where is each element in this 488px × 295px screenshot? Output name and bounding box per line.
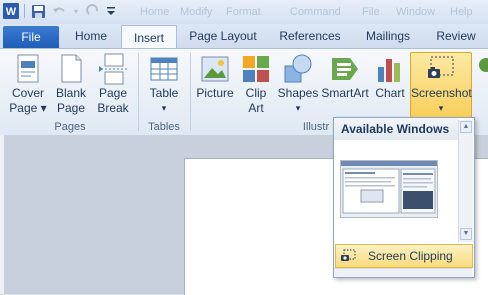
table-button[interactable]: Table ▾ bbox=[144, 53, 184, 119]
cover-page-icon bbox=[12, 53, 44, 85]
group-divider bbox=[190, 53, 191, 131]
customize-qat-icon[interactable] bbox=[106, 3, 116, 19]
chart-icon bbox=[374, 53, 406, 85]
chart-button[interactable]: Chart bbox=[372, 53, 408, 119]
faded-menu-item: Home bbox=[140, 6, 170, 18]
available-windows-header: Available Windows bbox=[334, 118, 458, 140]
group-divider bbox=[138, 53, 139, 131]
faded-menu-item: Modify bbox=[180, 6, 213, 18]
group-label-tables: Tables bbox=[148, 121, 180, 133]
globe-icon bbox=[474, 53, 488, 85]
screen-clipping-label: Screen Clipping bbox=[368, 249, 453, 263]
clip-art-label-1: Clip bbox=[245, 86, 267, 100]
tab-insert[interactable]: Insert bbox=[121, 25, 177, 50]
smartart-button[interactable]: SmartArt bbox=[321, 53, 369, 119]
screenshot-dropdown: Available Windows ▲ ▼ Screen Clipping bbox=[333, 117, 475, 278]
save-icon[interactable] bbox=[30, 3, 46, 19]
chevron-down-icon: ▾ bbox=[438, 103, 444, 113]
smartart-icon bbox=[329, 53, 361, 85]
group-label-illustrations: Illustr bbox=[302, 121, 330, 133]
screen-clipping-button[interactable]: Screen Clipping bbox=[335, 244, 473, 268]
table-label: Table bbox=[149, 86, 179, 100]
clip-art-button[interactable]: Clip Art bbox=[240, 53, 272, 119]
scroll-up-icon[interactable]: ▲ bbox=[460, 121, 472, 133]
blank-page-label-2: Page bbox=[56, 101, 86, 115]
dropdown-scrollbar[interactable]: ▲ ▼ bbox=[458, 120, 473, 242]
shapes-label: Shapes bbox=[277, 86, 319, 100]
partial-next-button[interactable] bbox=[474, 53, 488, 119]
tab-file[interactable]: File bbox=[3, 26, 59, 48]
page-break-label-1: Page bbox=[98, 86, 128, 100]
ribbon-tabs: File Home Insert Page Layout References … bbox=[0, 24, 488, 50]
tab-page-layout[interactable]: Page Layout bbox=[183, 24, 263, 48]
table-icon bbox=[148, 53, 180, 85]
chart-label: Chart bbox=[375, 86, 405, 100]
screen-clipping-icon bbox=[340, 249, 356, 263]
tab-mailings[interactable]: Mailings bbox=[356, 24, 420, 48]
faded-menu-item: Help bbox=[450, 6, 473, 18]
shapes-button[interactable]: Shapes ▾ bbox=[277, 53, 319, 119]
title-bar: W ▾ Home Modify Format Command File Wind… bbox=[0, 0, 488, 24]
chevron-down-icon[interactable]: ▾ bbox=[72, 3, 80, 19]
cover-page-label-2: Page ▾ bbox=[9, 101, 47, 115]
tab-references[interactable]: References bbox=[272, 24, 348, 48]
blank-page-icon bbox=[55, 53, 87, 85]
left-margin-bar bbox=[0, 135, 4, 294]
clip-art-label-2: Art bbox=[248, 101, 264, 115]
shapes-icon bbox=[282, 53, 314, 85]
page-break-icon bbox=[97, 53, 129, 85]
undo-icon[interactable] bbox=[51, 3, 67, 19]
faded-menu-item: Command bbox=[290, 6, 341, 18]
smartart-label: SmartArt bbox=[321, 86, 369, 100]
picture-icon bbox=[199, 53, 231, 85]
tab-home[interactable]: Home bbox=[66, 24, 116, 48]
cover-page-button[interactable]: Cover Page ▾ bbox=[6, 53, 50, 119]
screenshot-label: Screenshot bbox=[411, 86, 472, 100]
thumbnail-preview-icon bbox=[341, 161, 437, 217]
quick-access-toolbar: W ▾ bbox=[3, 3, 116, 19]
faded-menu-item: Format bbox=[226, 6, 261, 18]
picture-label: Picture bbox=[196, 86, 234, 100]
faded-menu-item: File bbox=[362, 6, 380, 18]
screenshot-button[interactable]: Screenshot ▾ bbox=[410, 52, 472, 118]
toolbar-divider bbox=[24, 4, 25, 18]
page-break-label-2: Break bbox=[97, 101, 129, 115]
svg-text:W: W bbox=[6, 6, 17, 18]
scroll-down-icon[interactable]: ▼ bbox=[460, 228, 472, 240]
blank-page-button[interactable]: Blank Page bbox=[52, 53, 90, 119]
screenshot-icon bbox=[425, 53, 457, 85]
cover-page-label-1: Cover bbox=[11, 86, 44, 100]
group-label-pages: Pages bbox=[54, 121, 86, 133]
blank-page-label-1: Blank bbox=[55, 86, 87, 100]
chevron-down-icon: ▾ bbox=[295, 103, 301, 113]
dropdown-footer bbox=[334, 268, 472, 277]
picture-button[interactable]: Picture bbox=[194, 53, 236, 119]
window-thumbnail[interactable] bbox=[340, 160, 438, 218]
redo-icon[interactable] bbox=[85, 3, 101, 19]
chevron-down-icon: ▾ bbox=[161, 103, 167, 113]
page-break-button[interactable]: Page Break bbox=[93, 53, 133, 119]
word-app-icon[interactable]: W bbox=[3, 3, 19, 19]
clip-art-icon bbox=[240, 53, 272, 85]
faded-menu-item: Window bbox=[396, 6, 436, 18]
tab-review[interactable]: Review bbox=[428, 24, 484, 48]
